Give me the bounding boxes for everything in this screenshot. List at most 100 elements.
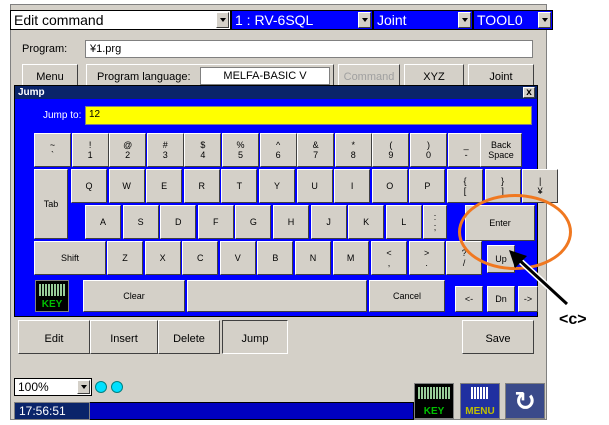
- key-b[interactable]: B: [257, 241, 294, 275]
- back-arrow-icon[interactable]: ↻: [505, 383, 545, 419]
- key-6[interactable]: ^ 6: [259, 133, 297, 167]
- key-3[interactable]: #3: [146, 133, 184, 167]
- left-arrow-key[interactable]: <-: [455, 286, 483, 312]
- key-bracket-0[interactable]: {[: [447, 169, 483, 203]
- key-base-char: 0: [425, 150, 431, 160]
- key-y[interactable]: Y: [259, 169, 295, 203]
- key-7[interactable]: & 7: [297, 133, 335, 167]
- insert-button[interactable]: Insert: [90, 320, 158, 354]
- key-d[interactable]: D: [160, 205, 197, 239]
- key-base-char: `: [50, 150, 54, 160]
- key-e[interactable]: E: [146, 169, 183, 203]
- key-shift-char: $: [200, 140, 206, 150]
- jump-to-input[interactable]: 12: [85, 106, 532, 125]
- program-language-value: MELFA-BASIC V: [200, 67, 330, 85]
- key-0[interactable]: ) 0: [410, 133, 447, 167]
- key-x[interactable]: X: [144, 241, 181, 275]
- key-shift-char: ): [426, 140, 430, 150]
- key-shift-char: >: [423, 248, 430, 258]
- chevron-down-icon[interactable]: [358, 12, 371, 28]
- key-a[interactable]: A: [85, 205, 121, 239]
- edit-button[interactable]: Edit: [18, 320, 90, 354]
- menu-icon-label: MENU: [465, 406, 495, 417]
- key-s[interactable]: S: [122, 205, 159, 239]
- key-shift[interactable]: Shift: [34, 241, 106, 275]
- robot-dropdown-value: 1 : RV-6SQL: [235, 12, 314, 28]
- space-key[interactable]: [187, 280, 367, 312]
- key-2[interactable]: @2: [109, 133, 147, 167]
- zoom-dropdown[interactable]: 100%: [14, 378, 92, 396]
- key-i[interactable]: I: [334, 169, 371, 203]
- jump-button[interactable]: Jump: [222, 320, 288, 354]
- key-j[interactable]: J: [310, 205, 347, 239]
- chevron-down-icon[interactable]: [77, 380, 90, 394]
- key-5[interactable]: % 5: [222, 133, 259, 167]
- key-tab[interactable]: Tab: [34, 169, 68, 239]
- key-t[interactable]: T: [221, 169, 258, 203]
- key-r[interactable]: R: [183, 169, 220, 203]
- key-colon[interactable]: :;: [423, 205, 447, 239]
- key-8[interactable]: * 8: [334, 133, 372, 167]
- key-n[interactable]: N: [295, 241, 331, 275]
- command-dropdown[interactable]: Edit command: [10, 10, 231, 30]
- save-button[interactable]: Save: [462, 320, 534, 354]
- program-label: Program:: [22, 43, 68, 55]
- clear-button[interactable]: Clear: [83, 280, 185, 312]
- key-k[interactable]: K: [348, 205, 385, 239]
- key-backspace[interactable]: Back Space: [480, 133, 522, 167]
- key-v[interactable]: V: [219, 241, 256, 275]
- key-u[interactable]: U: [296, 169, 333, 203]
- key-9[interactable]: (9: [372, 133, 410, 167]
- key-1[interactable]: ! 1: [71, 133, 109, 167]
- key-base-char: ;: [433, 222, 437, 232]
- clock: 17:56:51: [14, 402, 90, 420]
- mode-dropdown[interactable]: Joint: [373, 10, 473, 30]
- key-f[interactable]: F: [197, 205, 234, 239]
- menu-grid-icon: [471, 387, 489, 399]
- key-`[interactable]: ~ `: [34, 133, 71, 167]
- keyboard-icon[interactable]: KEY: [414, 383, 454, 419]
- tool-dropdown[interactable]: TOOL0: [473, 10, 553, 30]
- status-indicator-icon: [111, 381, 123, 393]
- keyboard-grid-icon: [39, 284, 65, 296]
- key-base-char: 1: [87, 150, 93, 160]
- robot-dropdown[interactable]: 1 : RV-6SQL: [231, 10, 373, 30]
- key-base-char: ,: [387, 258, 391, 268]
- key-shift-char: &: [312, 140, 319, 150]
- key-base-char: .: [425, 258, 428, 268]
- program-language-label: Program language:: [97, 71, 191, 83]
- key-c[interactable]: C: [182, 241, 219, 275]
- delete-button[interactable]: Delete: [158, 320, 220, 354]
- key-m[interactable]: M: [332, 241, 369, 275]
- key-punct-1[interactable]: >.: [408, 241, 445, 275]
- chevron-down-icon[interactable]: [538, 12, 551, 28]
- chevron-down-icon[interactable]: [458, 12, 471, 28]
- callout-arrow-icon: [509, 250, 570, 307]
- key-o[interactable]: O: [371, 169, 408, 203]
- menu-icon[interactable]: MENU: [460, 383, 500, 419]
- key-z[interactable]: Z: [107, 241, 143, 275]
- key-w[interactable]: W: [108, 169, 145, 203]
- key-base-char: /: [462, 258, 466, 268]
- keyboard-grid-icon: [418, 387, 450, 399]
- key-p[interactable]: P: [409, 169, 446, 203]
- key-base-char: 9: [388, 150, 394, 160]
- status-indicator-icon: [95, 381, 107, 393]
- key-h[interactable]: H: [273, 205, 309, 239]
- key-g[interactable]: G: [235, 205, 272, 239]
- cancel-button[interactable]: Cancel: [369, 280, 445, 312]
- key-4[interactable]: $4: [184, 133, 222, 167]
- key-l[interactable]: L: [385, 205, 422, 239]
- chevron-down-icon[interactable]: [216, 12, 229, 28]
- keyboard-icon[interactable]: KEY: [35, 280, 69, 312]
- zoom-value: 100%: [18, 380, 49, 394]
- key-shift-char: !: [88, 140, 92, 150]
- key-shift-char: *: [351, 140, 356, 150]
- key-shift-char: |: [539, 176, 542, 186]
- key-base-char: 5: [237, 150, 243, 160]
- key-q[interactable]: Q: [71, 169, 107, 203]
- program-field[interactable]: ¥1.prg: [85, 40, 533, 58]
- mode-dropdown-value: Joint: [377, 12, 407, 28]
- close-icon[interactable]: x: [523, 87, 535, 98]
- key-punct-0[interactable]: <,: [371, 241, 407, 275]
